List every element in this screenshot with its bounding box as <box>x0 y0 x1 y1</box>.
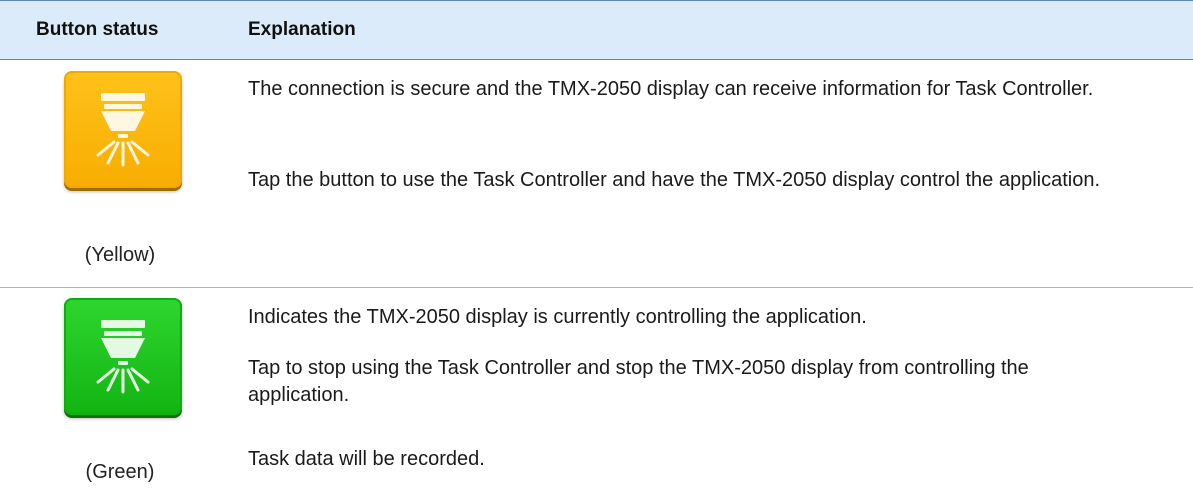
status-cell: (Yellow) <box>30 60 210 287</box>
column-header-button-status: Button status <box>36 19 159 40</box>
table-row: (Green) Indicates the TMX-2050 display i… <box>0 288 1193 503</box>
explanation-paragraph: Tap the button to use the Task Controlle… <box>248 169 1101 191</box>
status-color-caption: (Green) <box>85 461 155 483</box>
status-color-caption: (Yellow) <box>84 244 156 266</box>
explanation-paragraph: Indicates the TMX-2050 display is curren… <box>248 306 867 328</box>
green-task-controller-button <box>64 298 182 415</box>
column-header-explanation: Explanation <box>248 19 356 40</box>
status-cell: (Green) <box>30 288 210 503</box>
table-row: (Yellow) The connection is secure and th… <box>0 60 1193 288</box>
button-status-table: Button status Explanation (Yellow) The c… <box>0 0 1193 503</box>
yellow-task-controller-button <box>64 71 182 188</box>
sprayer-nozzle-icon <box>96 93 150 167</box>
explanation-paragraph: Task data will be recorded. <box>248 448 485 470</box>
explanation-paragraph: The connection is secure and the TMX-205… <box>248 78 1094 100</box>
table-header: Button status Explanation <box>0 0 1193 60</box>
sprayer-nozzle-icon <box>96 320 150 394</box>
explanation-paragraph: Tap to stop using the Task Controller an… <box>248 357 1029 406</box>
